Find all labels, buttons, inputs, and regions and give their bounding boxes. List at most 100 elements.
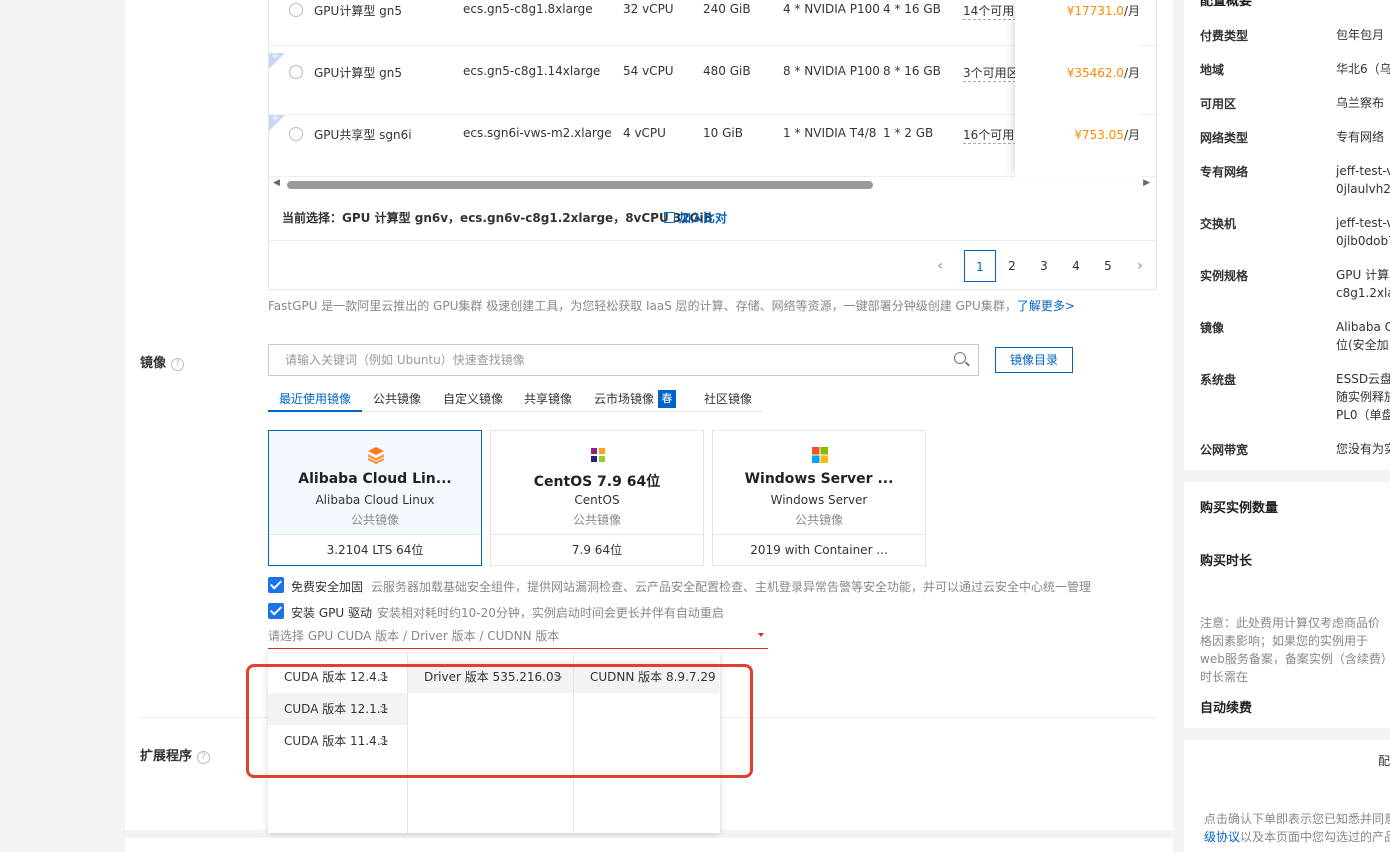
tab-marketplace-images[interactable]: 云市场镜像 春 [594,390,676,408]
agreement-link[interactable]: 级协议 [1204,830,1240,844]
agreement-text: 点击确认下单即表示您已知悉并同意 级协议以及本页面中您勾选过的产品 [1204,812,1390,844]
highlight-box [246,664,753,778]
current-selection: 当前选择：GPU 计算型 gn6v，ecs.gn6v-c8g1.2xlarge，… [282,211,713,225]
gpu-driver-label: 安装 GPU 驱动 [291,606,372,620]
instance-memory: 240 GiB [703,2,751,16]
summary-label: 公网带宽 [1200,443,1249,457]
cuda-version-select[interactable]: 请选择 GPU CUDA 版本 / Driver 版本 / CUDNN 版本 [268,627,768,649]
image-version[interactable]: 7.9 64位 [491,534,703,565]
price-text: ¥35462.0/月 [1066,66,1140,80]
instance-type: GPU计算型 gn5 [314,4,402,18]
buy-duration-label: 购买时长 [1200,554,1253,569]
summary-value: GPU 计算c8g1.2xlar [1336,268,1390,300]
summary-value: Alibaba Cl位(安全加 [1336,320,1390,352]
scroll-left-icon[interactable]: ◀ [273,178,280,188]
summary-value: jeff-test-v0jlaulvh2e [1336,164,1390,196]
instance-zones[interactable]: 14个可用区 [963,2,1016,20]
fixed-price-column: ¥17731.0/月 ¥35462.0/月 ¥753.05/月 [1015,0,1140,178]
summary-value: 您没有为实 [1336,442,1390,456]
plus-icon: + [271,51,280,62]
page-5-button[interactable]: 5 [1092,250,1124,282]
instance-gpu-memory: 1 * 2 GB [883,126,934,140]
page-4-button[interactable]: 4 [1060,250,1092,282]
instance-radio[interactable] [289,3,303,17]
summary-label: 系统盘 [1200,373,1237,387]
image-card-windows[interactable]: Windows Server ... Windows Server 公共镜像 2… [712,430,926,566]
tab-custom-images[interactable]: 自定义镜像 [443,390,503,407]
image-kind: 公共镜像 [572,513,621,527]
alibaba-cloud-logo-icon [367,447,385,464]
plus-icon: + [271,113,280,124]
instance-radio[interactable] [289,65,303,79]
instance-radio[interactable] [289,127,303,141]
horizontal-scrollbar[interactable]: ◀ ▶ [269,178,1156,192]
image-name: Windows Server ... [744,471,894,487]
auto-renew-label: 自动续费 [1200,701,1253,716]
image-card-alibaba[interactable]: Alibaba Cloud Lin... Alibaba Cloud Linux… [268,430,482,566]
extension-label: 扩展程序? [140,745,211,764]
bottom-strip [125,838,1173,852]
summary-label: 交换机 [1200,217,1237,231]
help-icon[interactable]: ? [171,358,185,371]
scroll-right-icon[interactable]: ▶ [1143,178,1150,188]
divider [269,240,1156,241]
scroll-thumb[interactable] [287,181,873,189]
instance-memory: 480 GiB [703,64,751,78]
price-text: ¥17731.0/月 [1066,4,1140,18]
instance-spec: ecs.gn5-c8g1.14xlarge [463,64,601,78]
prev-page-button[interactable]: ‹ [924,250,956,282]
tab-shared-images[interactable]: 共享镜像 [524,390,572,407]
learn-more-link[interactable]: 了解更多> [1017,299,1075,313]
spring-badge: 春 [657,390,676,408]
config-button[interactable]: 配 [1378,752,1390,770]
instance-vcpu: 4 vCPU [623,126,666,140]
page-3-button[interactable]: 3 [1028,250,1060,282]
tab-public-images[interactable]: 公共镜像 [373,390,421,407]
image-version[interactable]: 2019 with Container ... [713,534,925,565]
image-search[interactable] [268,344,979,376]
instance-gpu-memory: 4 * 16 GB [883,2,941,16]
help-icon[interactable]: ? [197,751,211,764]
image-section-label: 镜像? [140,352,185,371]
summary-label: 专有网络 [1200,165,1249,179]
summary-label: 地域 [1200,63,1225,77]
instance-spec: ecs.sgn6i-vws-m2.xlarge [463,126,612,140]
summary-value: 乌兰察布 [1336,96,1385,110]
summary-label: 实例规格 [1200,269,1249,283]
image-card-centos[interactable]: CentOS 7.9 64位 CentOS 公共镜像 7.9 64位 [490,430,704,566]
instance-gpu: 4 * NVIDIA P100 [783,2,880,16]
compare-icon [664,212,675,223]
instance-zones[interactable]: 3个可用区 [963,64,1016,82]
summary-label: 可用区 [1200,97,1237,111]
security-label: 免费安全加固 [291,580,364,594]
instance-gpu: 1 * NVIDIA T4/8 [783,126,877,140]
gpu-driver-checkbox[interactable] [268,603,284,619]
image-catalog-button[interactable]: 镜像目录 [995,347,1073,373]
search-icon[interactable] [954,352,966,364]
fastgpu-info: FastGPU 是一款阿里云推出的 GPU集群 极速创建工具，为您轻松获取 Ia… [268,299,1075,313]
page-1-button[interactable]: 1 [964,250,996,282]
instance-zones[interactable]: 16个可用区 [963,126,1016,144]
image-os: Windows Server [770,493,868,507]
tab-recent-images[interactable]: 最近使用镜像 [279,390,351,407]
security-description: 云服务器加载基础安全组件，提供网站漏洞检查、云产品安全配置检查、主机登录异常告警… [371,580,1092,594]
summary-value: 专有网络 [1336,130,1385,144]
page-2-button[interactable]: 2 [996,250,1028,282]
image-name: Alibaba Cloud Lin... [298,471,452,487]
instance-spec: ecs.gn5-c8g1.8xlarge [463,2,593,16]
tab-community-images[interactable]: 社区镜像 [704,390,752,407]
image-version[interactable]: 3.2104 LTS 64位 [269,534,481,565]
image-tabs: 最近使用镜像 公共镜像 自定义镜像 共享镜像 云市场镜像 春 社区镜像 [268,384,763,412]
instance-memory: 10 GiB [703,126,743,140]
instance-gpu-memory: 8 * 16 GB [883,64,941,78]
next-page-button[interactable]: › [1124,250,1156,282]
summary-label: 付费类型 [1200,29,1249,43]
cuda-select-placeholder: 请选择 GPU CUDA 版本 / Driver 版本 / CUDNN 版本 [268,629,560,643]
image-search-input[interactable] [269,345,929,375]
image-kind: 公共镜像 [350,513,399,527]
config-summary-panel: 配置概要 付费类型 包年包月 地域 华北6（乌 可用区 乌兰察布 网络类型 专有… [1184,0,1390,852]
security-checkbox[interactable] [268,577,284,593]
centos-logo-icon [588,445,608,465]
summary-label: 网络类型 [1200,131,1249,145]
add-compare-button[interactable]: 加入比对 [664,209,727,226]
